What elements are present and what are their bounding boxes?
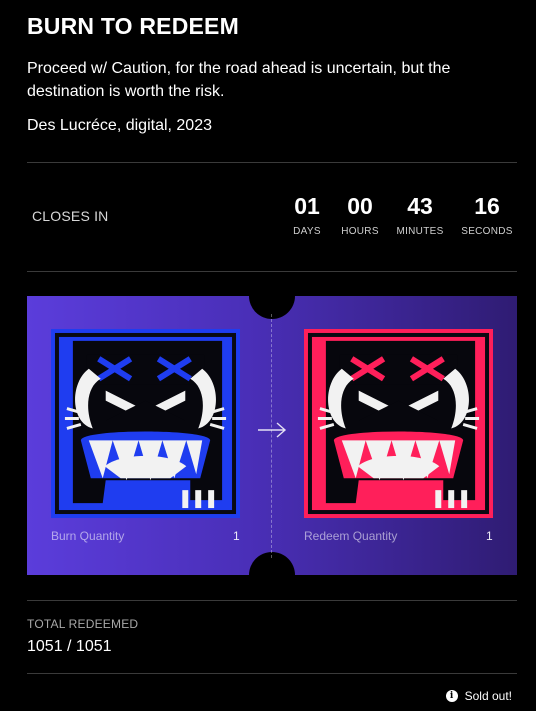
divider-top: [27, 162, 517, 163]
countdown-seconds: 16 SECONDS: [461, 192, 513, 237]
burn-quantity-value: 1: [233, 529, 240, 543]
hours-label: HOURS: [341, 226, 379, 237]
description: Proceed w/ Caution, for the road ahead i…: [27, 60, 451, 100]
divider-bottom: [27, 673, 517, 674]
info-icon: i: [445, 690, 458, 702]
countdown-days: 01 DAYS: [286, 192, 328, 237]
seconds-value: 16: [474, 193, 500, 219]
countdown-timer: 01 DAYS 00 HOURS 43 MINUTES 16 SECONDS: [277, 192, 517, 242]
minutes-label: MINUTES: [396, 226, 444, 237]
monster-head-blue-icon[interactable]: [51, 329, 240, 518]
redeem-quantity-label: Redeem Quantity: [304, 529, 398, 543]
page-title: BURN TO REDEEM: [27, 13, 239, 39]
burn-redeem-ticket: Burn Quantity 1 Redeem Quantity 1: [27, 296, 517, 575]
redeem-quantity-value: 1: [486, 529, 493, 543]
artist-credit: Des Lucréce, digital, 2023: [27, 117, 212, 134]
divider-lower: [27, 600, 517, 601]
sold-out-status: i Sold out!: [445, 689, 512, 703]
closes-in-label: CLOSES IN: [32, 208, 109, 224]
status-text: Sold out!: [464, 689, 512, 703]
ticket-notch-bottom: [249, 552, 295, 575]
hours-value: 00: [347, 193, 373, 219]
days-label: DAYS: [293, 226, 321, 237]
total-redeemed-label: TOTAL REDEEMED: [27, 617, 139, 631]
minutes-value: 43: [407, 193, 433, 219]
arrow-right-icon: [258, 422, 287, 438]
monster-head-red-icon[interactable]: [304, 329, 493, 518]
days-value: 01: [294, 193, 320, 219]
ticket-notch-top: [249, 296, 295, 319]
countdown-minutes: 43 MINUTES: [395, 192, 445, 237]
seconds-label: SECONDS: [461, 226, 513, 237]
burn-quantity-label: Burn Quantity: [51, 529, 125, 543]
total-redeemed-value: 1051 / 1051: [27, 638, 112, 655]
divider-middle: [27, 271, 517, 272]
countdown-hours: 00 HOURS: [338, 192, 382, 237]
